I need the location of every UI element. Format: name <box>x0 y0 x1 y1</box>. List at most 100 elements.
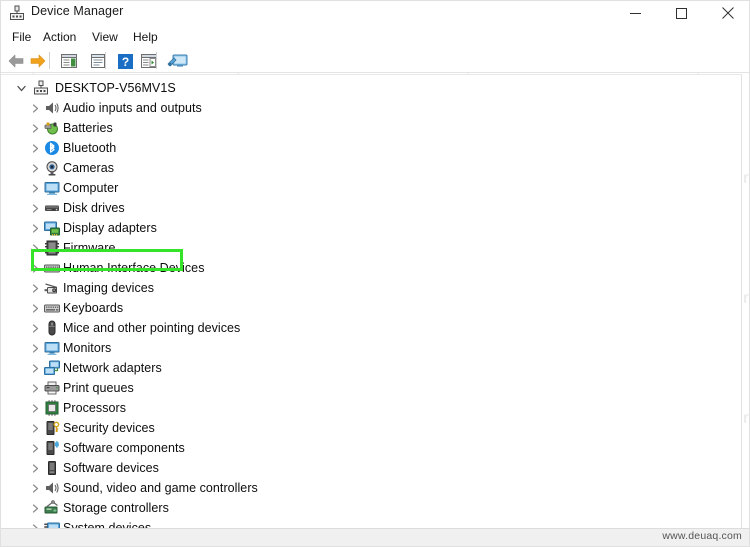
tree-item-keyboards[interactable]: Keyboards <box>1 298 741 318</box>
monitor-screen-icon <box>44 340 60 356</box>
display-adapter-icon <box>44 220 60 236</box>
tree-item-network-adapters[interactable]: Network adapters <box>1 358 741 378</box>
camera-icon <box>44 160 60 176</box>
tree-item-display-adapters[interactable]: Display adapters <box>1 218 741 238</box>
back-button[interactable] <box>6 51 26 71</box>
tree-item-firmware[interactable]: Firmware <box>1 238 741 258</box>
chevron-right-icon[interactable] <box>27 420 43 436</box>
system-device-icon <box>44 520 60 528</box>
maximize-button[interactable] <box>659 0 704 26</box>
help-button[interactable]: ? <box>115 51 135 71</box>
chevron-right-icon[interactable] <box>27 100 43 116</box>
chevron-right-icon[interactable] <box>27 320 43 336</box>
software-component-icon <box>44 440 60 456</box>
tree-root-label: DESKTOP-V56MV1S <box>55 81 176 95</box>
device-tree[interactable]: DESKTOP-V56MV1S Audio inputs and outputs <box>1 74 742 528</box>
sound-controller-icon <box>44 480 60 496</box>
minimize-button[interactable] <box>613 0 658 26</box>
chevron-right-icon[interactable] <box>27 200 43 216</box>
chevron-right-icon[interactable] <box>27 380 43 396</box>
device-manager-window: Device Manager File Action View Help ? D… <box>0 0 750 547</box>
tree-item-label: Monitors <box>63 341 112 355</box>
toolbar-separator <box>49 52 50 69</box>
mouse-icon <box>44 320 60 336</box>
chevron-right-icon[interactable] <box>27 520 43 528</box>
hid-keyboard-icon <box>44 260 60 276</box>
tree-item-disk-drives[interactable]: Disk drives <box>1 198 741 218</box>
chevron-right-icon[interactable] <box>27 160 43 176</box>
tree-item-label: Mice and other pointing devices <box>63 321 241 335</box>
title-bar: Device Manager <box>0 0 750 26</box>
chevron-right-icon[interactable] <box>27 500 43 516</box>
tree-item-computer[interactable]: Computer <box>1 178 741 198</box>
storage-controller-icon <box>44 500 60 516</box>
chevron-right-icon[interactable] <box>27 220 43 236</box>
tree-root-item[interactable]: DESKTOP-V56MV1S <box>1 78 741 98</box>
status-bar <box>0 528 750 547</box>
tree-item-label: Computer <box>63 181 119 195</box>
tree-item-label: Firmware <box>63 241 116 255</box>
toolbar-divider <box>0 72 750 73</box>
chevron-right-icon[interactable] <box>27 460 43 476</box>
chevron-right-icon[interactable] <box>27 400 43 416</box>
chevron-right-icon[interactable] <box>27 280 43 296</box>
tree-item-label: Sound, video and game controllers <box>63 481 258 495</box>
tree-item-software-components[interactable]: Software components <box>1 438 741 458</box>
chevron-right-icon[interactable] <box>27 140 43 156</box>
tree-item-monitors[interactable]: Monitors <box>1 338 741 358</box>
chevron-down-icon[interactable] <box>13 80 29 96</box>
tree-item-audio-inputs-and-outputs[interactable]: Audio inputs and outputs <box>1 98 741 118</box>
chevron-right-icon[interactable] <box>27 440 43 456</box>
show-hide-tree-button[interactable] <box>59 51 79 71</box>
tree-item-sound-video-and-game-controllers[interactable]: Sound, video and game controllers <box>1 478 741 498</box>
update-driver-button[interactable] <box>166 51 190 71</box>
chevron-right-icon[interactable] <box>27 300 43 316</box>
tree-item-print-queues[interactable]: Print queues <box>1 378 741 398</box>
chevron-right-icon[interactable] <box>27 480 43 496</box>
tree-item-security-devices[interactable]: Security devices <box>1 418 741 438</box>
keyboard-icon <box>44 300 60 316</box>
tree-item-batteries[interactable]: Batteries <box>1 118 741 138</box>
tree-item-processors[interactable]: Processors <box>1 398 741 418</box>
tree-item-human-interface-devices[interactable]: Human Interface Devices <box>1 258 741 278</box>
window-title: Device Manager <box>31 4 124 18</box>
chevron-right-icon[interactable] <box>27 340 43 356</box>
menu-file[interactable]: File <box>8 29 35 45</box>
computer-root-icon <box>33 80 49 96</box>
tree-item-system-devices[interactable]: System devices <box>1 518 741 528</box>
chevron-right-icon[interactable] <box>27 240 43 256</box>
toolbar-separator <box>156 52 157 69</box>
forward-button[interactable] <box>28 51 48 71</box>
software-device-icon <box>44 460 60 476</box>
svg-text:?: ? <box>121 55 128 69</box>
chevron-right-icon[interactable] <box>27 260 43 276</box>
chevron-right-icon[interactable] <box>27 120 43 136</box>
chevron-right-icon[interactable] <box>27 360 43 376</box>
tree-item-cameras[interactable]: Cameras <box>1 158 741 178</box>
tree-item-label: Batteries <box>63 121 113 135</box>
menu-view[interactable]: View <box>88 29 122 45</box>
tree-item-software-devices[interactable]: Software devices <box>1 458 741 478</box>
tree-item-imaging-devices[interactable]: Imaging devices <box>1 278 741 298</box>
tree-item-bluetooth[interactable]: Bluetooth <box>1 138 741 158</box>
tree-top-divider <box>1 74 741 75</box>
tree-item-label: Security devices <box>63 421 155 435</box>
tree-item-label: Disk drives <box>63 201 125 215</box>
tree-item-label: System devices <box>63 521 152 528</box>
site-watermark: www.deuaq.com <box>662 530 742 542</box>
imaging-device-icon <box>44 280 60 296</box>
tree-item-label: Software components <box>63 441 185 455</box>
firmware-chip-icon <box>44 240 60 256</box>
tree-item-label: Bluetooth <box>63 141 117 155</box>
menu-action[interactable]: Action <box>39 29 80 45</box>
tree-item-mice-and-other-pointing-devices[interactable]: Mice and other pointing devices <box>1 318 741 338</box>
close-button[interactable] <box>705 0 750 26</box>
tree-item-storage-controllers[interactable]: Storage controllers <box>1 498 741 518</box>
chevron-right-icon[interactable] <box>27 180 43 196</box>
disk-drive-icon <box>44 200 60 216</box>
tree-item-label: Storage controllers <box>63 501 169 515</box>
security-device-icon <box>44 420 60 436</box>
tree-item-label: Display adapters <box>63 221 157 235</box>
menu-help[interactable]: Help <box>129 29 162 45</box>
printer-icon <box>44 380 60 396</box>
